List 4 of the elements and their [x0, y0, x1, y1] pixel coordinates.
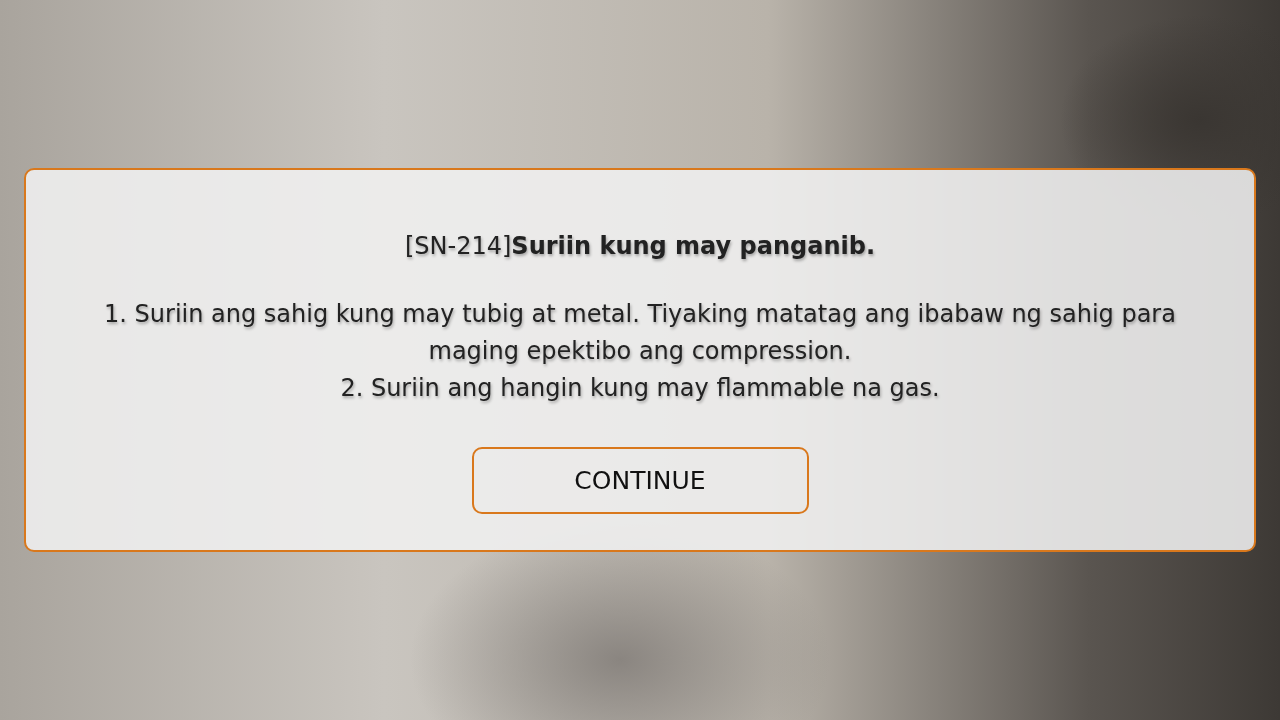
dialog-title: [SN-214]Suriin kung may panganib.: [404, 232, 876, 260]
continue-button[interactable]: CONTINUE: [471, 447, 809, 514]
instruction-text: 1. Suriin ang sahig kung may tubig at metal. Tiyaking matatag ang ibabaw ng sahig para maging epektibo ang compression.: [103, 299, 1177, 367]
instruction-text: 2. Suriin ang hangin kung may flammable na gas.: [340, 373, 940, 404]
